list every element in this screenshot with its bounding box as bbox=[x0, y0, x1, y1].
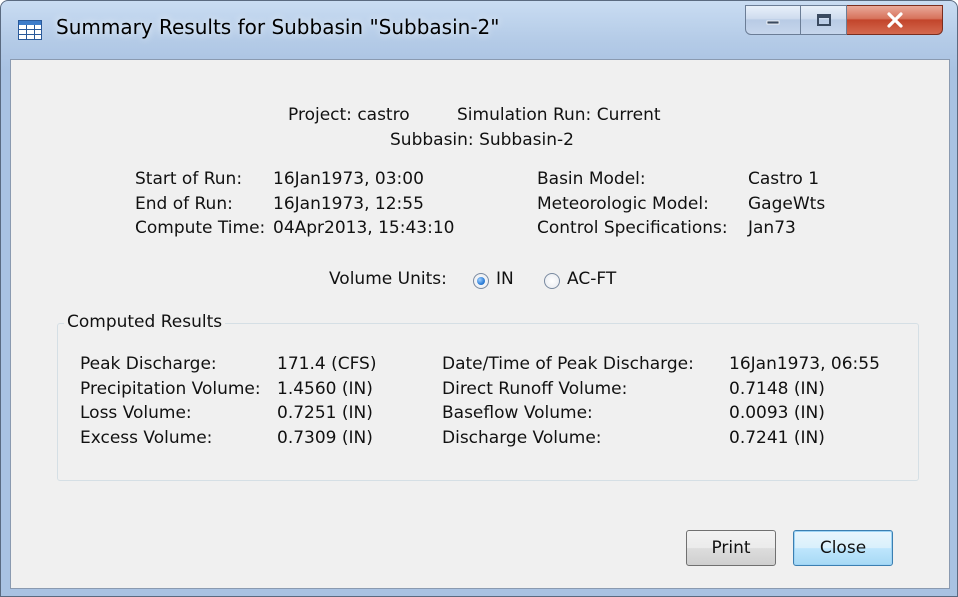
window-title: Summary Results for Subbasin "Subbasin-2… bbox=[56, 15, 500, 39]
project-label: Project: bbox=[288, 105, 352, 125]
peak-discharge-value: 171.4 (CFS) bbox=[277, 354, 377, 374]
compute-time-label: Compute Time: bbox=[135, 218, 266, 238]
simrun-value: Current bbox=[596, 105, 661, 125]
direct-runoff-volume-value: 0.7148 (IN) bbox=[729, 379, 825, 399]
end-of-run-label: End of Run: bbox=[135, 194, 233, 214]
dialog-window: Summary Results for Subbasin "Subbasin-2… bbox=[0, 0, 958, 597]
met-model-value: GageWts bbox=[748, 194, 826, 214]
control-spec-value: Jan73 bbox=[748, 218, 796, 238]
loss-volume-value: 0.7251 (IN) bbox=[277, 403, 373, 423]
maximize-button[interactable] bbox=[801, 5, 847, 35]
peak-datetime-label: Date/Time of Peak Discharge: bbox=[442, 354, 694, 374]
print-button[interactable]: Print bbox=[686, 530, 776, 566]
minimize-button[interactable] bbox=[745, 5, 801, 35]
simrun-label: Simulation Run: bbox=[457, 105, 592, 125]
subbasin-line: Subbasin: Subbasin-2 bbox=[390, 130, 574, 150]
basin-model-label: Basin Model: bbox=[537, 169, 646, 189]
close-icon bbox=[886, 12, 903, 28]
loss-volume-label: Loss Volume: bbox=[80, 403, 192, 423]
caption-buttons bbox=[745, 5, 945, 37]
dialog-body: Project: castro Simulation Run: Current … bbox=[10, 59, 950, 589]
volume-units-in-label[interactable]: IN bbox=[496, 269, 514, 289]
minimize-icon bbox=[766, 20, 780, 25]
compute-time-value: 04Apr2013, 15:43:10 bbox=[273, 218, 455, 238]
project-value: castro bbox=[357, 105, 410, 125]
end-of-run-value: 16Jan1973, 12:55 bbox=[273, 194, 424, 214]
baseflow-volume-label: Baseflow Volume: bbox=[442, 403, 593, 423]
close-button[interactable]: Close bbox=[793, 530, 893, 566]
start-of-run-value: 16Jan1973, 03:00 bbox=[273, 169, 424, 189]
excess-volume-label: Excess Volume: bbox=[80, 428, 213, 448]
maximize-icon bbox=[816, 14, 831, 26]
peak-discharge-label: Peak Discharge: bbox=[80, 354, 217, 374]
start-of-run-label: Start of Run: bbox=[135, 169, 243, 189]
table-icon bbox=[18, 20, 42, 40]
peak-datetime-value: 16Jan1973, 06:55 bbox=[729, 354, 880, 374]
subbasin-value: Subbasin-2 bbox=[479, 130, 574, 150]
simrun-line: Simulation Run: Current bbox=[457, 105, 661, 125]
volume-units-label: Volume Units: bbox=[329, 269, 447, 289]
close-window-button[interactable] bbox=[847, 5, 943, 35]
project-line: Project: castro bbox=[288, 105, 410, 125]
precipitation-volume-label: Precipitation Volume: bbox=[80, 379, 261, 399]
volume-units-acft-label[interactable]: AC-FT bbox=[567, 269, 616, 289]
computed-results-group bbox=[57, 323, 919, 481]
title-bar[interactable]: Summary Results for Subbasin "Subbasin-2… bbox=[1, 1, 957, 59]
baseflow-volume-value: 0.0093 (IN) bbox=[729, 403, 825, 423]
basin-model-value: Castro 1 bbox=[748, 169, 820, 189]
discharge-volume-label: Discharge Volume: bbox=[442, 428, 602, 448]
subbasin-label: Subbasin: bbox=[390, 130, 474, 150]
direct-runoff-volume-label: Direct Runoff Volume: bbox=[442, 379, 628, 399]
control-spec-label: Control Specifications: bbox=[537, 218, 728, 238]
precipitation-volume-value: 1.4560 (IN) bbox=[277, 379, 373, 399]
volume-units-in-radio[interactable] bbox=[473, 273, 489, 289]
discharge-volume-value: 0.7241 (IN) bbox=[729, 428, 825, 448]
computed-results-title: Computed Results bbox=[64, 312, 226, 332]
volume-units-acft-radio[interactable] bbox=[544, 273, 560, 289]
excess-volume-value: 0.7309 (IN) bbox=[277, 428, 373, 448]
met-model-label: Meteorologic Model: bbox=[537, 194, 709, 214]
